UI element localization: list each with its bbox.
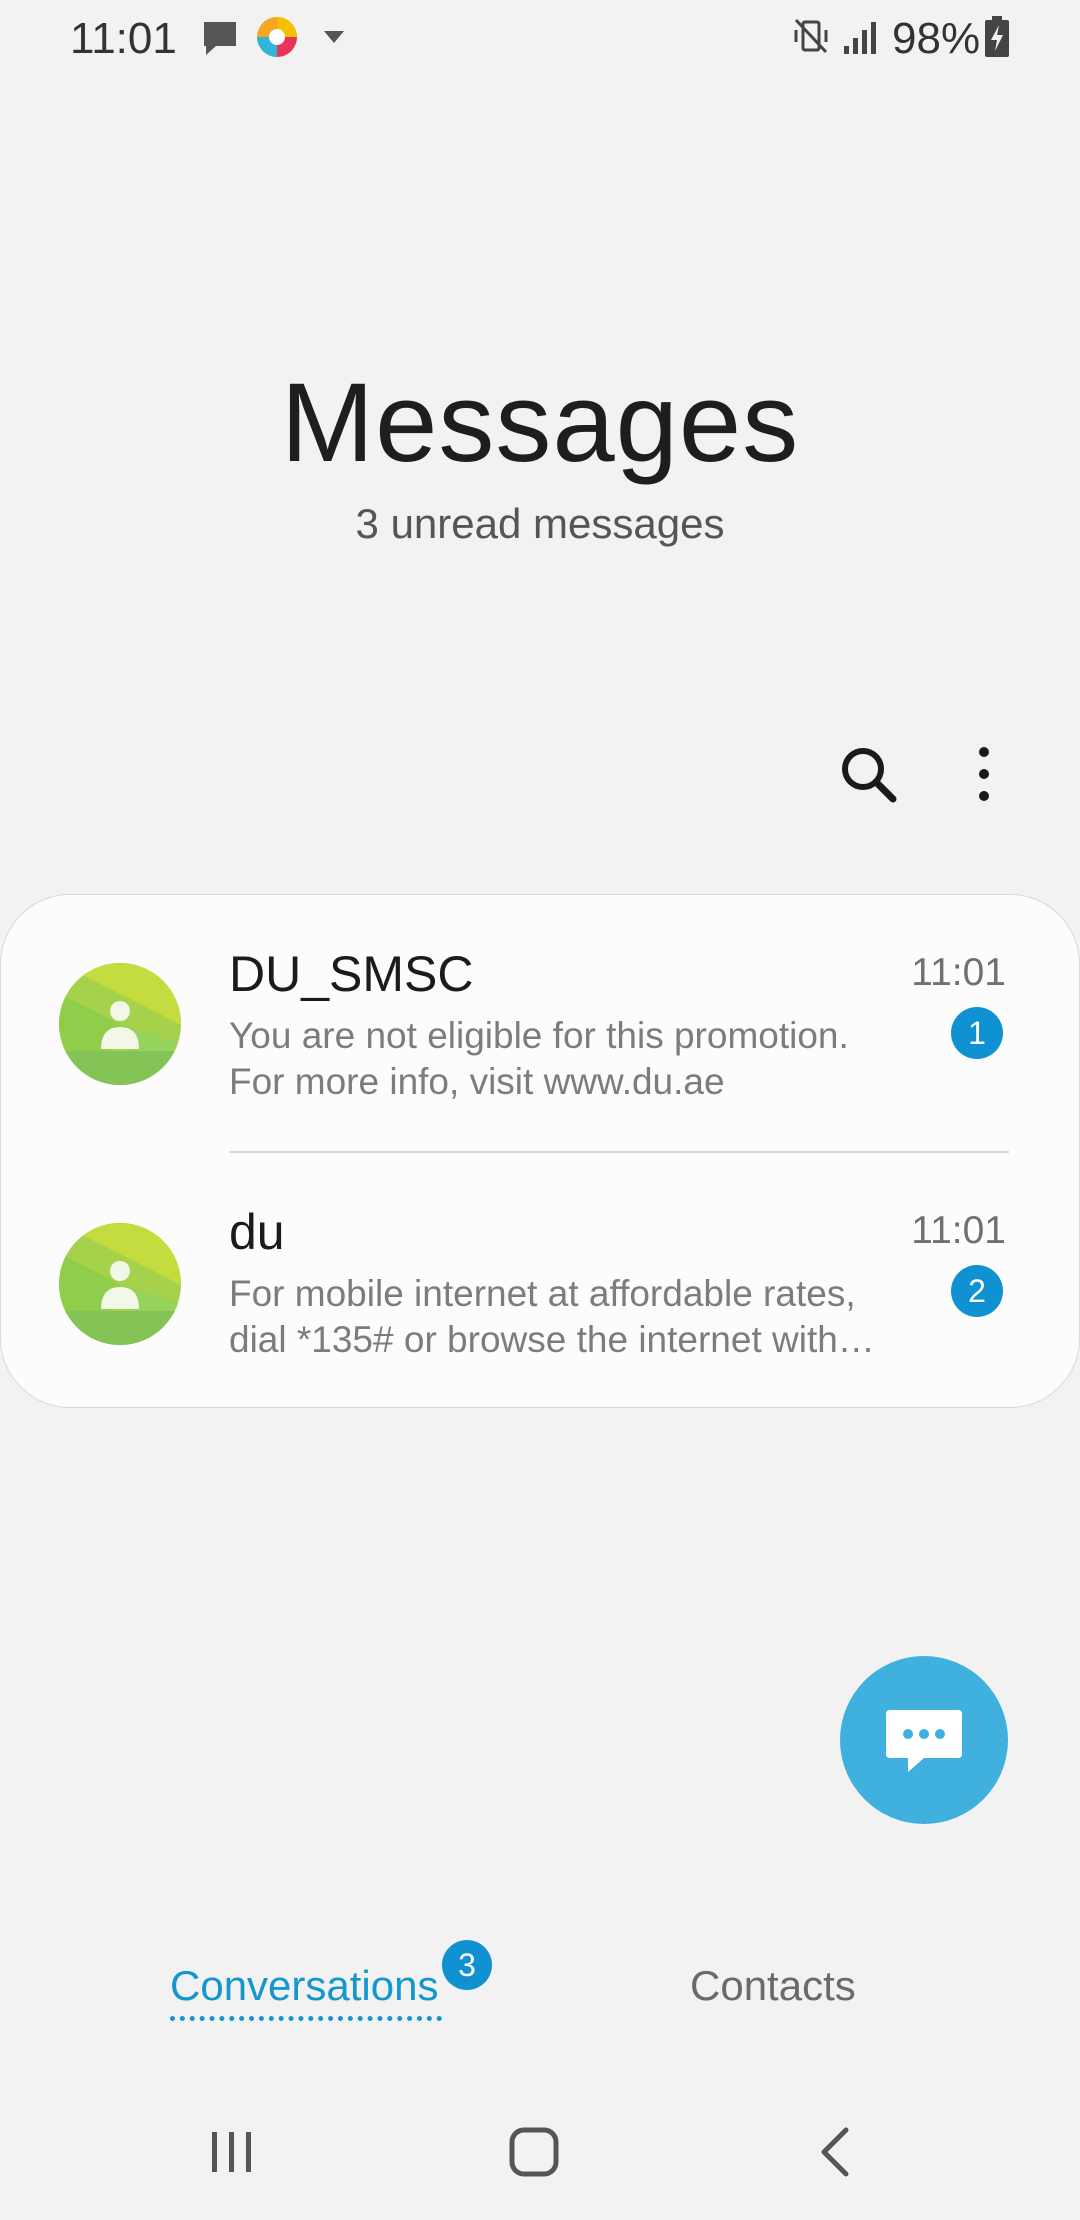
recent-apps-button[interactable] [202,2122,262,2182]
conversation-item[interactable]: du 11:01 For mobile internet at affordab… [1,1153,1080,1411]
status-time: 11:01 [70,14,177,63]
home-icon [509,2127,559,2177]
contact-avatar [59,963,181,1085]
status-bar: 11:01 98% [0,0,1080,76]
home-button[interactable] [504,2122,564,2182]
message-preview: You are not eligible for this promotion.… [229,1013,919,1105]
conversation-item[interactable]: DU_SMSC 11:01 You are not eligible for t… [1,895,1080,1153]
preview-line: dial *135# or browse the internet with… [229,1319,875,1360]
tab-conversations[interactable]: Conversations [170,1962,438,2010]
recent-apps-icon [212,2132,251,2172]
compose-message-button[interactable] [840,1656,1008,1824]
sender-name: DU_SMSC [229,946,474,1002]
message-time: 11:01 [911,1209,1006,1252]
conversation-list: DU_SMSC 11:01 You are not eligible for t… [0,894,1080,1408]
vibrate-mute-icon [792,16,830,56]
more-vertical-icon [979,747,989,801]
back-button[interactable] [808,2122,868,2182]
compose-message-icon [886,1710,962,1772]
search-icon [842,748,897,803]
preview-line: You are not eligible for this promotion. [229,1015,849,1056]
message-preview: For mobile internet at affordable rates,… [229,1271,919,1363]
preview-line: For mobile internet at affordable rates, [229,1273,856,1314]
caret-down-icon [322,28,346,46]
message-icon [200,18,240,58]
search-button[interactable] [836,742,900,806]
unread-count-badge: 1 [951,1007,1003,1059]
message-time: 11:01 [911,951,1006,994]
active-tab-indicator [170,2016,442,2021]
preview-line: For more info, visit www.du.ae [229,1061,725,1102]
contact-avatar [59,1223,181,1345]
unread-count-badge: 2 [951,1265,1003,1317]
page-title: Messages [280,360,800,485]
signal-icon [842,18,880,56]
sender-name: du [229,1204,285,1260]
conversations-badge: 3 [442,1940,492,1990]
battery-percentage: 98% [892,14,981,63]
tab-contacts[interactable]: Contacts [690,1962,856,2010]
battery-charging-icon [984,16,1010,58]
unread-summary: 3 unread messages [355,500,725,547]
back-icon [821,2127,849,2177]
more-options-button[interactable] [952,742,1016,806]
app-icon [254,14,300,60]
